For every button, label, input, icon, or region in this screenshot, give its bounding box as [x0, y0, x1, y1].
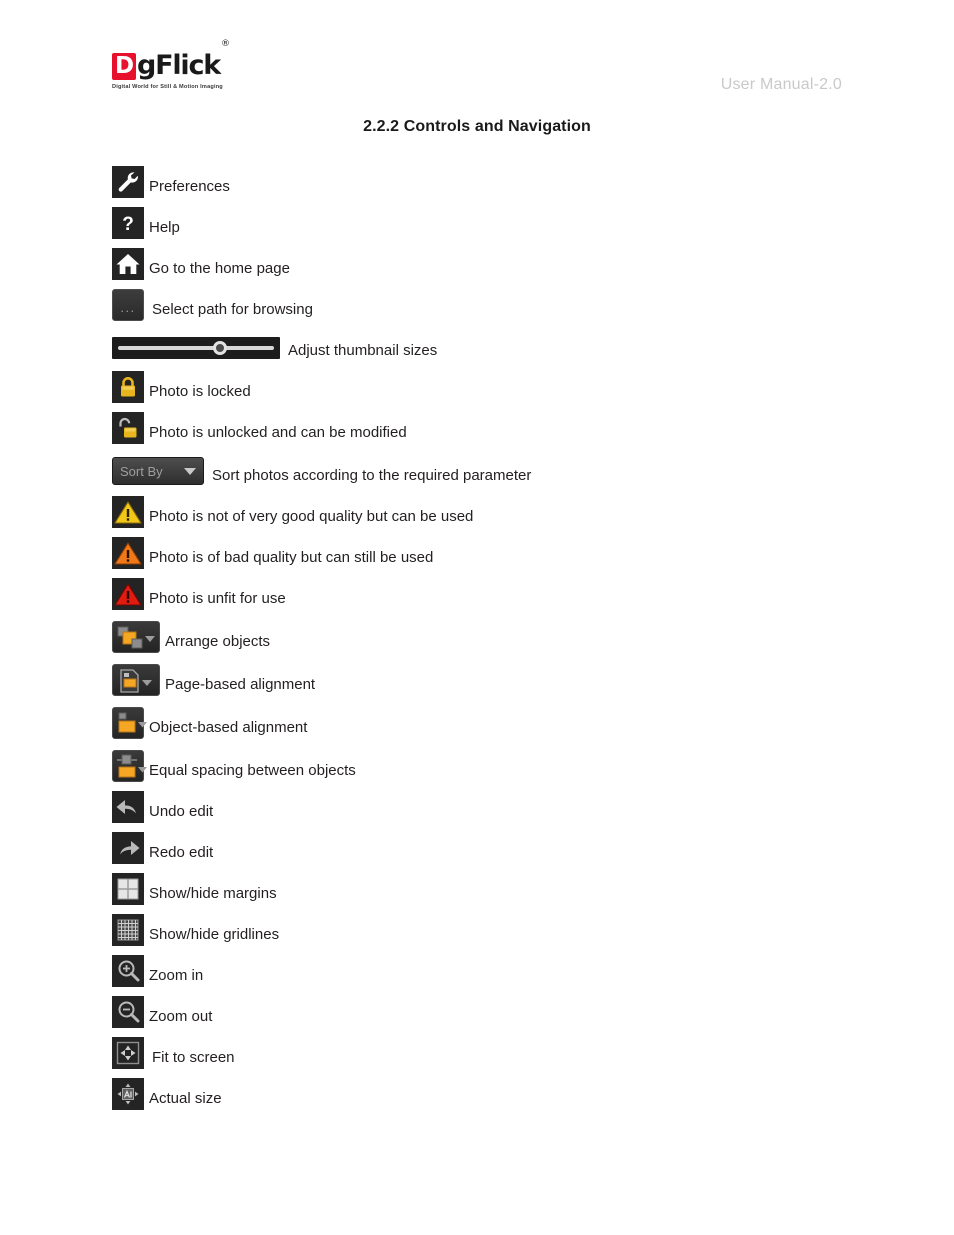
legend-row: Page-based alignment: [112, 662, 912, 696]
thumbnail-size-slider[interactable]: [112, 337, 280, 359]
legend-row: Adjust thumbnail sizes: [112, 330, 912, 362]
legend-row: Arrange objects: [112, 619, 912, 653]
legend-row: Go to the home page: [112, 248, 912, 280]
sort-by-dropdown[interactable]: Sort By: [112, 457, 204, 485]
legend-label: Preferences: [149, 178, 230, 195]
legend-label: Photo is not of very good quality but ca…: [149, 508, 474, 525]
equal-spacing-icon[interactable]: [112, 750, 147, 782]
legend-row: Show/hide gridlines: [112, 914, 912, 946]
object-alignment-icon[interactable]: [112, 707, 147, 739]
legend-label: Object-based alignment: [149, 719, 308, 736]
help-question-icon[interactable]: ?: [112, 207, 144, 239]
legend-label: Undo edit: [149, 803, 214, 820]
logo-tagline: Digital World for Still & Motion Imaging: [112, 84, 223, 90]
page-header: D gFlick ® Digital World for Still & Mot…: [0, 0, 954, 110]
legend-label: Go to the home page: [149, 260, 290, 277]
page-alignment-icon[interactable]: [112, 664, 160, 696]
legend-row: Photo is unlocked and can be modified: [112, 412, 912, 444]
redo-icon[interactable]: [112, 832, 144, 864]
legend-label: Show/hide margins: [149, 885, 277, 902]
legend-row: Zoom out: [112, 996, 912, 1028]
legend-row: ... Select path for browsing: [112, 289, 912, 321]
slider-track: [118, 346, 274, 350]
wrench-icon[interactable]: [112, 166, 144, 198]
legend-label: Photo is unfit for use: [149, 590, 286, 607]
logo-text: gFlick: [137, 50, 221, 81]
legend-label: Photo is unlocked and can be modified: [149, 424, 407, 441]
legend-row: Photo is of bad quality but can still be…: [112, 537, 912, 569]
logo-d-badge: D: [112, 53, 136, 80]
legend-label: Actual size: [149, 1090, 222, 1107]
home-icon[interactable]: [112, 248, 144, 280]
legend-row: Preferences: [112, 166, 912, 198]
manual-version-label: User Manual-2.0: [720, 76, 842, 93]
legend-row: Show/hide margins: [112, 873, 912, 905]
warning-orange-icon[interactable]: [112, 537, 144, 569]
warning-red-icon[interactable]: [112, 578, 144, 610]
legend-label: Redo edit: [149, 844, 214, 861]
logo-wordmark: D gFlick ®: [112, 40, 230, 82]
lock-closed-icon[interactable]: [112, 371, 144, 403]
undo-icon[interactable]: [112, 791, 144, 823]
legend-label: Help: [149, 219, 180, 236]
gridlines-icon[interactable]: [112, 914, 144, 946]
legend-label: Arrange objects: [165, 633, 271, 650]
page-title: 2.2.2 Controls and Navigation: [363, 118, 591, 135]
legend-label: Photo is of bad quality but can still be…: [149, 549, 434, 566]
legend-row: Equal spacing between objects: [112, 748, 912, 782]
warning-yellow-icon[interactable]: [112, 496, 144, 528]
slider-handle[interactable]: [212, 341, 227, 355]
actual-size-icon[interactable]: [112, 1078, 144, 1110]
legend-row: Photo is locked: [112, 371, 912, 403]
legend-label: Equal spacing between objects: [149, 762, 356, 779]
zoom-in-icon[interactable]: [112, 955, 144, 987]
legend-row: ? Help: [112, 207, 912, 239]
lock-open-icon[interactable]: [112, 412, 144, 444]
legend-label: Page-based alignment: [165, 676, 316, 693]
legend-row: Photo is unfit for use: [112, 578, 912, 610]
fit-to-screen-icon[interactable]: [112, 1037, 144, 1069]
legend-row: Fit to screen: [112, 1037, 912, 1069]
legend-label: Photo is locked: [149, 383, 251, 400]
legend-row: Zoom in: [112, 955, 912, 987]
dgflick-logo: D gFlick ® Digital World for Still & Mot…: [112, 40, 230, 90]
arrange-objects-icon[interactable]: [112, 621, 160, 653]
legend-row: Redo edit: [112, 832, 912, 864]
svg-text:?: ?: [122, 214, 134, 235]
legend-row: Undo edit: [112, 791, 912, 823]
legend-label: Select path for browsing: [152, 301, 313, 318]
legend-label: Zoom out: [149, 1008, 213, 1025]
controls-legend-list: Preferences ? Help Go to the home page .…: [112, 166, 912, 1119]
zoom-out-icon[interactable]: [112, 996, 144, 1028]
registered-trademark-icon: ®: [221, 39, 231, 49]
legend-row: Object-based alignment: [112, 705, 912, 739]
legend-label: Sort photos according to the required pa…: [212, 467, 532, 484]
sort-by-label: Sort By: [120, 463, 163, 479]
legend-row: Photo is not of very good quality but ca…: [112, 496, 912, 528]
browse-ellipsis-button[interactable]: ...: [112, 289, 144, 321]
legend-row: Sort By Sort photos according to the req…: [112, 453, 912, 487]
ellipsis-icon: ...: [120, 300, 136, 315]
chevron-down-icon: [184, 467, 196, 475]
legend-label: Adjust thumbnail sizes: [288, 342, 438, 359]
legend-label: Zoom in: [149, 967, 204, 984]
legend-label: Show/hide gridlines: [149, 926, 280, 943]
margins-icon[interactable]: [112, 873, 144, 905]
legend-row: Actual size: [112, 1078, 912, 1110]
legend-label: Fit to screen: [152, 1049, 235, 1066]
